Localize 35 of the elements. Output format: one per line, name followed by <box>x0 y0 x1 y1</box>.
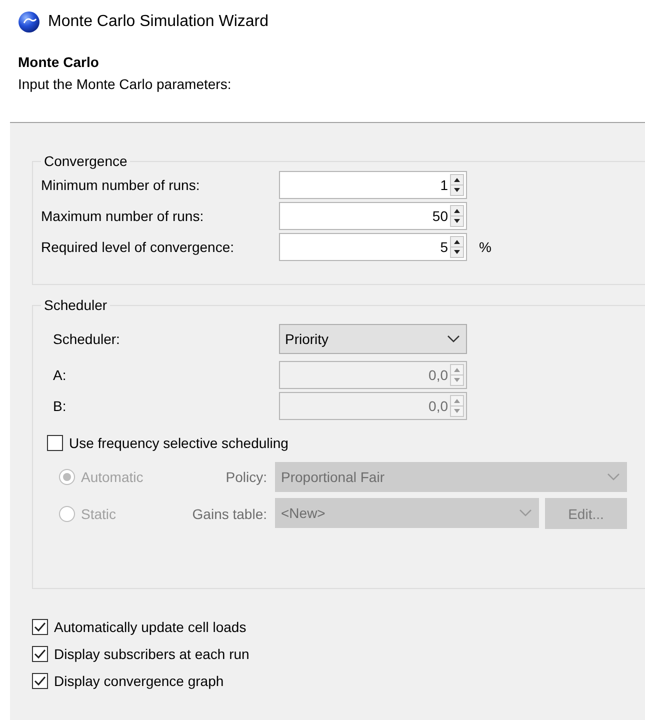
checkbox[interactable] <box>47 434 63 450</box>
checkbox-label: Use frequency selective scheduling <box>69 434 288 450</box>
page-subtitle: Input the Monte Carlo parameters: <box>18 76 232 92</box>
field-label: Policy: <box>224 469 268 485</box>
spin-field[interactable]: 50 <box>279 202 467 230</box>
checkbox[interactable] <box>32 646 48 662</box>
checkbox-label: Display subscribers at each run <box>54 646 250 662</box>
spinner-arrows[interactable] <box>450 236 464 258</box>
window-title: Monte Carlo Simulation Wizard <box>48 13 269 31</box>
chevron-down-icon <box>607 473 620 481</box>
checkbox[interactable] <box>32 672 48 688</box>
chevron-down-icon <box>519 509 532 517</box>
field-label: Scheduler: <box>53 331 121 347</box>
field-label: B: <box>53 398 68 414</box>
field-label: Maximum number of runs: <box>41 208 205 224</box>
checkbox[interactable] <box>32 618 48 634</box>
field-label: A: <box>53 366 68 382</box>
field-label: Minimum number of runs: <box>41 176 201 192</box>
page-heading: Monte Carlo <box>18 54 100 70</box>
spin-field[interactable]: 5 <box>279 232 467 260</box>
checkbox-label: Display convergence graph <box>54 672 224 688</box>
field-label: Gains table: <box>191 506 268 522</box>
chevron-down-icon <box>447 335 460 343</box>
radio-label: Static <box>81 506 116 522</box>
spinner-arrows[interactable] <box>450 174 464 196</box>
radio-label: Automatic <box>81 469 144 485</box>
group-title: Scheduler <box>43 297 108 313</box>
scheduler-dropdown[interactable]: Priority <box>279 324 467 354</box>
globe-icon <box>18 11 40 33</box>
group-title: Convergence <box>43 153 128 169</box>
spin-field[interactable]: 1 <box>279 170 467 198</box>
checkbox-label: Automatically update cell loads <box>54 618 246 634</box>
unit-label: % <box>478 238 492 254</box>
field-label: Required level of convergence: <box>41 238 236 254</box>
spinner-arrows[interactable] <box>450 204 464 226</box>
